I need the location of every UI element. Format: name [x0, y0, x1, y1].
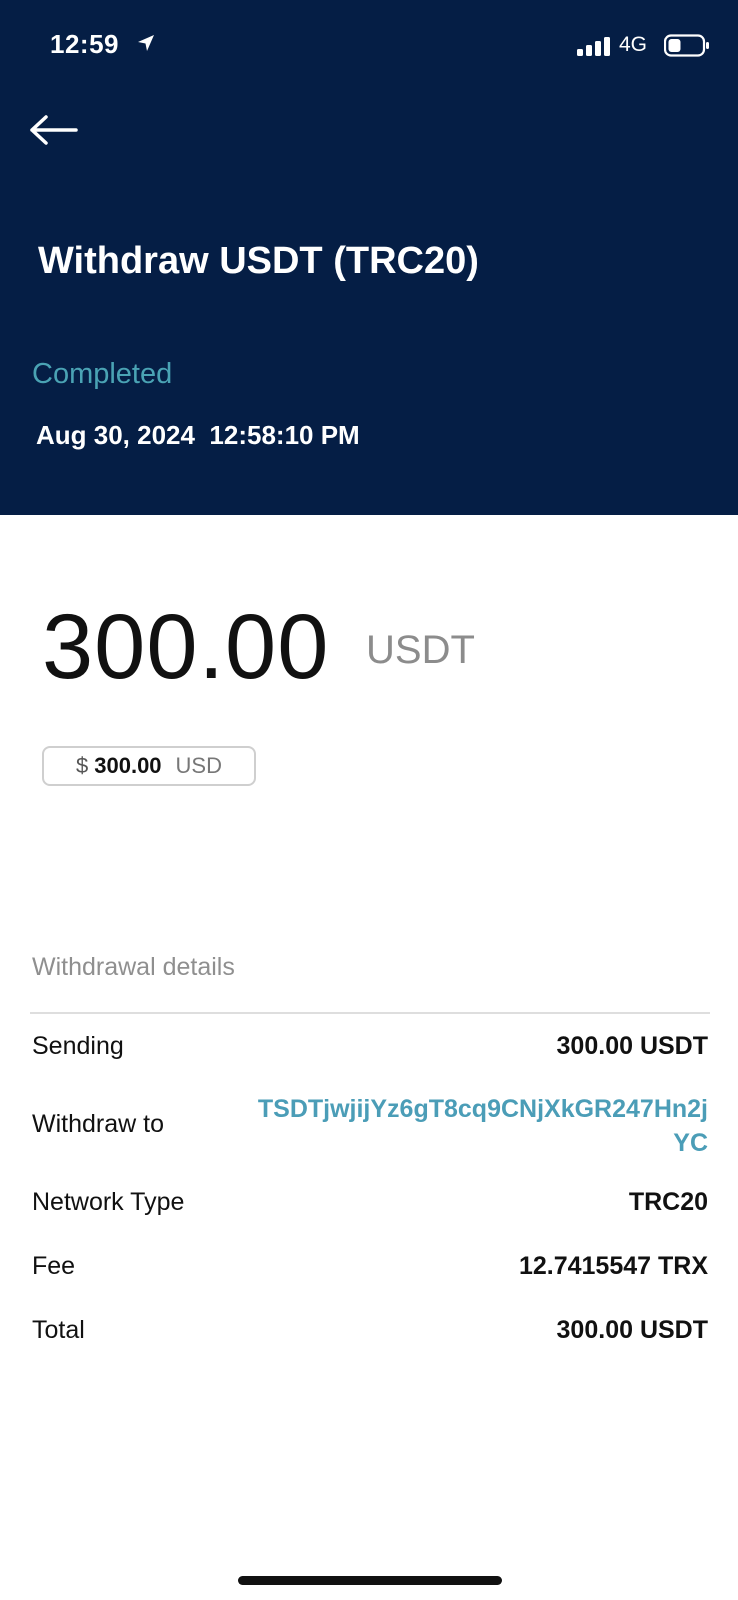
withdrawal-detail-screen: 12:59 4G Withdraw USDT (TRC20) Completed… — [0, 0, 738, 1600]
usd-sign: $ — [76, 753, 89, 778]
details-section-title: Withdrawal details — [32, 953, 235, 981]
transaction-status: Completed — [32, 358, 173, 390]
header-panel: 12:59 4G Withdraw USDT (TRC20) Completed… — [0, 0, 738, 515]
usd-equivalent-badge: $ 300.00 USD — [42, 746, 256, 786]
detail-label-fee: Fee — [32, 1252, 76, 1280]
battery-icon — [664, 34, 709, 57]
cellular-signal-icon — [577, 37, 610, 56]
transaction-timestamp: Aug 30, 2024 12:58:10 PM — [36, 420, 360, 450]
usd-value: 300.00 — [94, 753, 162, 778]
detail-value-network-type: TRC20 — [628, 1188, 708, 1216]
location-arrow-icon — [138, 35, 154, 51]
amount-value: 300.00 — [42, 596, 330, 698]
amount-currency: USDT — [366, 628, 475, 672]
detail-label-network-type: Network Type — [32, 1188, 185, 1216]
status-bar-time: 12:59 — [50, 29, 119, 59]
details-divider — [30, 1012, 710, 1014]
detail-label-withdraw-to: Withdraw to — [32, 1110, 164, 1138]
detail-label-sending: Sending — [32, 1032, 124, 1060]
withdraw-address-link[interactable]: TSDTjwjijYz6gT8cq9CNjXkGR247Hn2jYC — [248, 1092, 708, 1160]
home-indicator[interactable] — [238, 1576, 502, 1585]
detail-value-sending: 300.00 USDT — [556, 1032, 708, 1060]
detail-label-total: Total — [32, 1316, 85, 1344]
detail-value-total: 300.00 USDT — [556, 1316, 708, 1344]
back-arrow-icon[interactable] — [28, 110, 80, 150]
network-type-indicator: 4G — [619, 33, 648, 56]
detail-value-fee: 12.7415547 TRX — [518, 1252, 708, 1280]
page-title: Withdraw USDT (TRC20) — [38, 240, 479, 282]
usd-unit: USD — [175, 753, 222, 778]
